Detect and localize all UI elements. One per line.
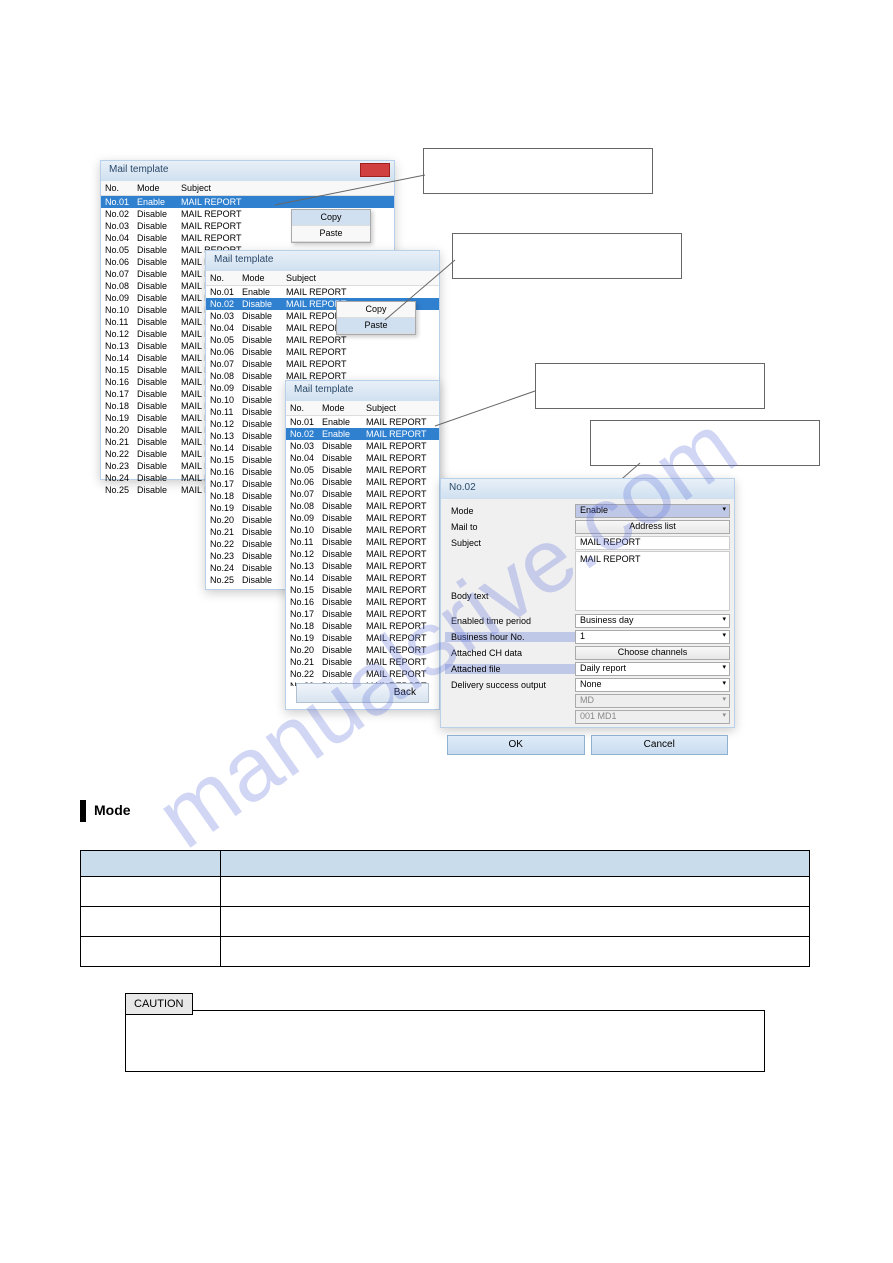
titlebar: Mail template	[206, 251, 439, 271]
callout-1	[423, 148, 653, 194]
dso-select-3[interactable]: 001 MD1	[575, 710, 730, 724]
table-row[interactable]: No.03DisableMAIL REPORT	[286, 440, 439, 452]
table-row[interactable]: No.08DisableMAIL REPORT	[286, 500, 439, 512]
table-row[interactable]: No.22DisableMAIL REPORT	[286, 668, 439, 680]
table-row-selected[interactable]: No.02EnableMAIL REPORT	[286, 428, 439, 440]
table-row[interactable]: No.21DisableMAIL REPORT	[286, 656, 439, 668]
mode-label: Mode	[445, 506, 575, 516]
table-row[interactable]: No.17DisableMAIL REPORT	[286, 608, 439, 620]
col-mode: Mode	[242, 273, 286, 283]
td-r1c1	[81, 877, 221, 907]
paste-menu-item[interactable]: Paste	[337, 318, 415, 334]
dso-select-1[interactable]: None	[575, 678, 730, 692]
mailto-label: Mail to	[445, 522, 575, 532]
col-subject: Subject	[286, 273, 439, 283]
table-row[interactable]: No.01EnableMAIL REPORT	[206, 286, 439, 298]
table-row[interactable]: No.10DisableMAIL REPORT	[286, 524, 439, 536]
mail-template-window-3: Mail template No. Mode Subject No.01Enab…	[285, 380, 440, 710]
titlebar: Mail template	[101, 161, 394, 181]
mode-table	[80, 850, 810, 967]
table-row[interactable]: No.06DisableMAIL REPORT	[286, 476, 439, 488]
table-row[interactable]: No.16DisableMAIL REPORT	[286, 596, 439, 608]
th-1	[81, 851, 221, 877]
cancel-button[interactable]: Cancel	[591, 735, 729, 755]
subject-label: Subject	[445, 538, 575, 548]
ok-button[interactable]: OK	[447, 735, 585, 755]
table-row[interactable]: No.07DisableMAIL REPORT	[206, 358, 439, 370]
table-row[interactable]: No.07DisableMAIL REPORT	[286, 488, 439, 500]
table-row[interactable]: No.14DisableMAIL REPORT	[286, 572, 439, 584]
address-list-button[interactable]: Address list	[575, 520, 730, 534]
acd-label: Attached CH data	[445, 648, 575, 658]
table-row[interactable]: No.04DisableMAIL REPORT	[286, 452, 439, 464]
td-r2c2	[221, 907, 810, 937]
window-title: Mail template	[294, 384, 353, 395]
col-no: No.	[101, 183, 137, 193]
titlebar: Mail template	[286, 381, 439, 401]
table-row-selected[interactable]: No.01EnableMAIL REPORT	[101, 196, 394, 208]
table-row[interactable]: No.18DisableMAIL REPORT	[286, 620, 439, 632]
body-label: Body text	[445, 551, 575, 601]
td-r2c1	[81, 907, 221, 937]
col-subject: Subject	[181, 183, 394, 193]
etp-select[interactable]: Business day	[575, 614, 730, 628]
th-2	[221, 851, 810, 877]
bh-select[interactable]: 1	[575, 630, 730, 644]
caution-box: CAUTION	[125, 1010, 765, 1072]
row-list: No.01EnableMAIL REPORTNo.02EnableMAIL RE…	[286, 416, 439, 686]
window-title: Mail template	[214, 254, 273, 265]
table-row[interactable]: No.20DisableMAIL REPORT	[286, 644, 439, 656]
table-row[interactable]: No.15DisableMAIL REPORT	[286, 584, 439, 596]
close-icon[interactable]	[360, 163, 390, 177]
table-row[interactable]: No.05DisableMAIL REPORT	[286, 464, 439, 476]
table-header: No. Mode Subject	[206, 271, 439, 286]
table-row[interactable]: No.06DisableMAIL REPORT	[206, 346, 439, 358]
copy-menu-item[interactable]: Copy	[292, 210, 370, 226]
titlebar: No.02	[441, 479, 734, 499]
table-row[interactable]: No.13DisableMAIL REPORT	[286, 560, 439, 572]
table-header: No. Mode Subject	[101, 181, 394, 196]
choose-channels-button[interactable]: Choose channels	[575, 646, 730, 660]
mode-select[interactable]: Enable	[575, 504, 730, 518]
dso-select-2[interactable]: MD	[575, 694, 730, 708]
td-r1c2	[221, 877, 810, 907]
table-row[interactable]: No.01EnableMAIL REPORT	[286, 416, 439, 428]
callout-2	[452, 233, 682, 279]
caution-text	[126, 1011, 764, 1027]
template-edit-dialog: No.02 Mode Enable Mail to Address list S…	[440, 478, 735, 728]
copy-menu-item[interactable]: Copy	[337, 302, 415, 318]
paste-menu-item[interactable]: Paste	[292, 226, 370, 242]
dialog-title: No.02	[449, 482, 476, 493]
table-row[interactable]: No.05DisableMAIL REPORT	[206, 334, 439, 346]
table-row[interactable]: No.11DisableMAIL REPORT	[286, 536, 439, 548]
col-no: No.	[206, 273, 242, 283]
mode-heading: Mode	[94, 802, 131, 818]
col-mode: Mode	[322, 403, 366, 413]
subject-input[interactable]: MAIL REPORT	[575, 536, 730, 550]
caution-label: CAUTION	[125, 993, 193, 1015]
body-textarea[interactable]: MAIL REPORT	[575, 551, 730, 611]
col-subject: Subject	[366, 403, 439, 413]
td-r3c2	[221, 937, 810, 967]
window-title: Mail template	[109, 164, 168, 175]
af-label: Attached file	[445, 664, 575, 674]
callout-4	[590, 420, 820, 466]
table-row[interactable]: No.09DisableMAIL REPORT	[286, 512, 439, 524]
table-row[interactable]: No.12DisableMAIL REPORT	[286, 548, 439, 560]
table-header: No. Mode Subject	[286, 401, 439, 416]
dso-label: Delivery success output	[445, 680, 575, 690]
callout-3	[535, 363, 765, 409]
table-row[interactable]: No.19DisableMAIL REPORT	[286, 632, 439, 644]
bh-label: Business hour No.	[445, 632, 575, 642]
context-menu: Copy Paste	[291, 209, 371, 243]
context-menu: Copy Paste	[336, 301, 416, 335]
af-select[interactable]: Daily report	[575, 662, 730, 676]
etp-label: Enabled time period	[445, 616, 575, 626]
col-no: No.	[286, 403, 322, 413]
col-mode: Mode	[137, 183, 181, 193]
td-r3c1	[81, 937, 221, 967]
section-bar	[80, 800, 86, 822]
back-button[interactable]: Back	[296, 683, 429, 703]
